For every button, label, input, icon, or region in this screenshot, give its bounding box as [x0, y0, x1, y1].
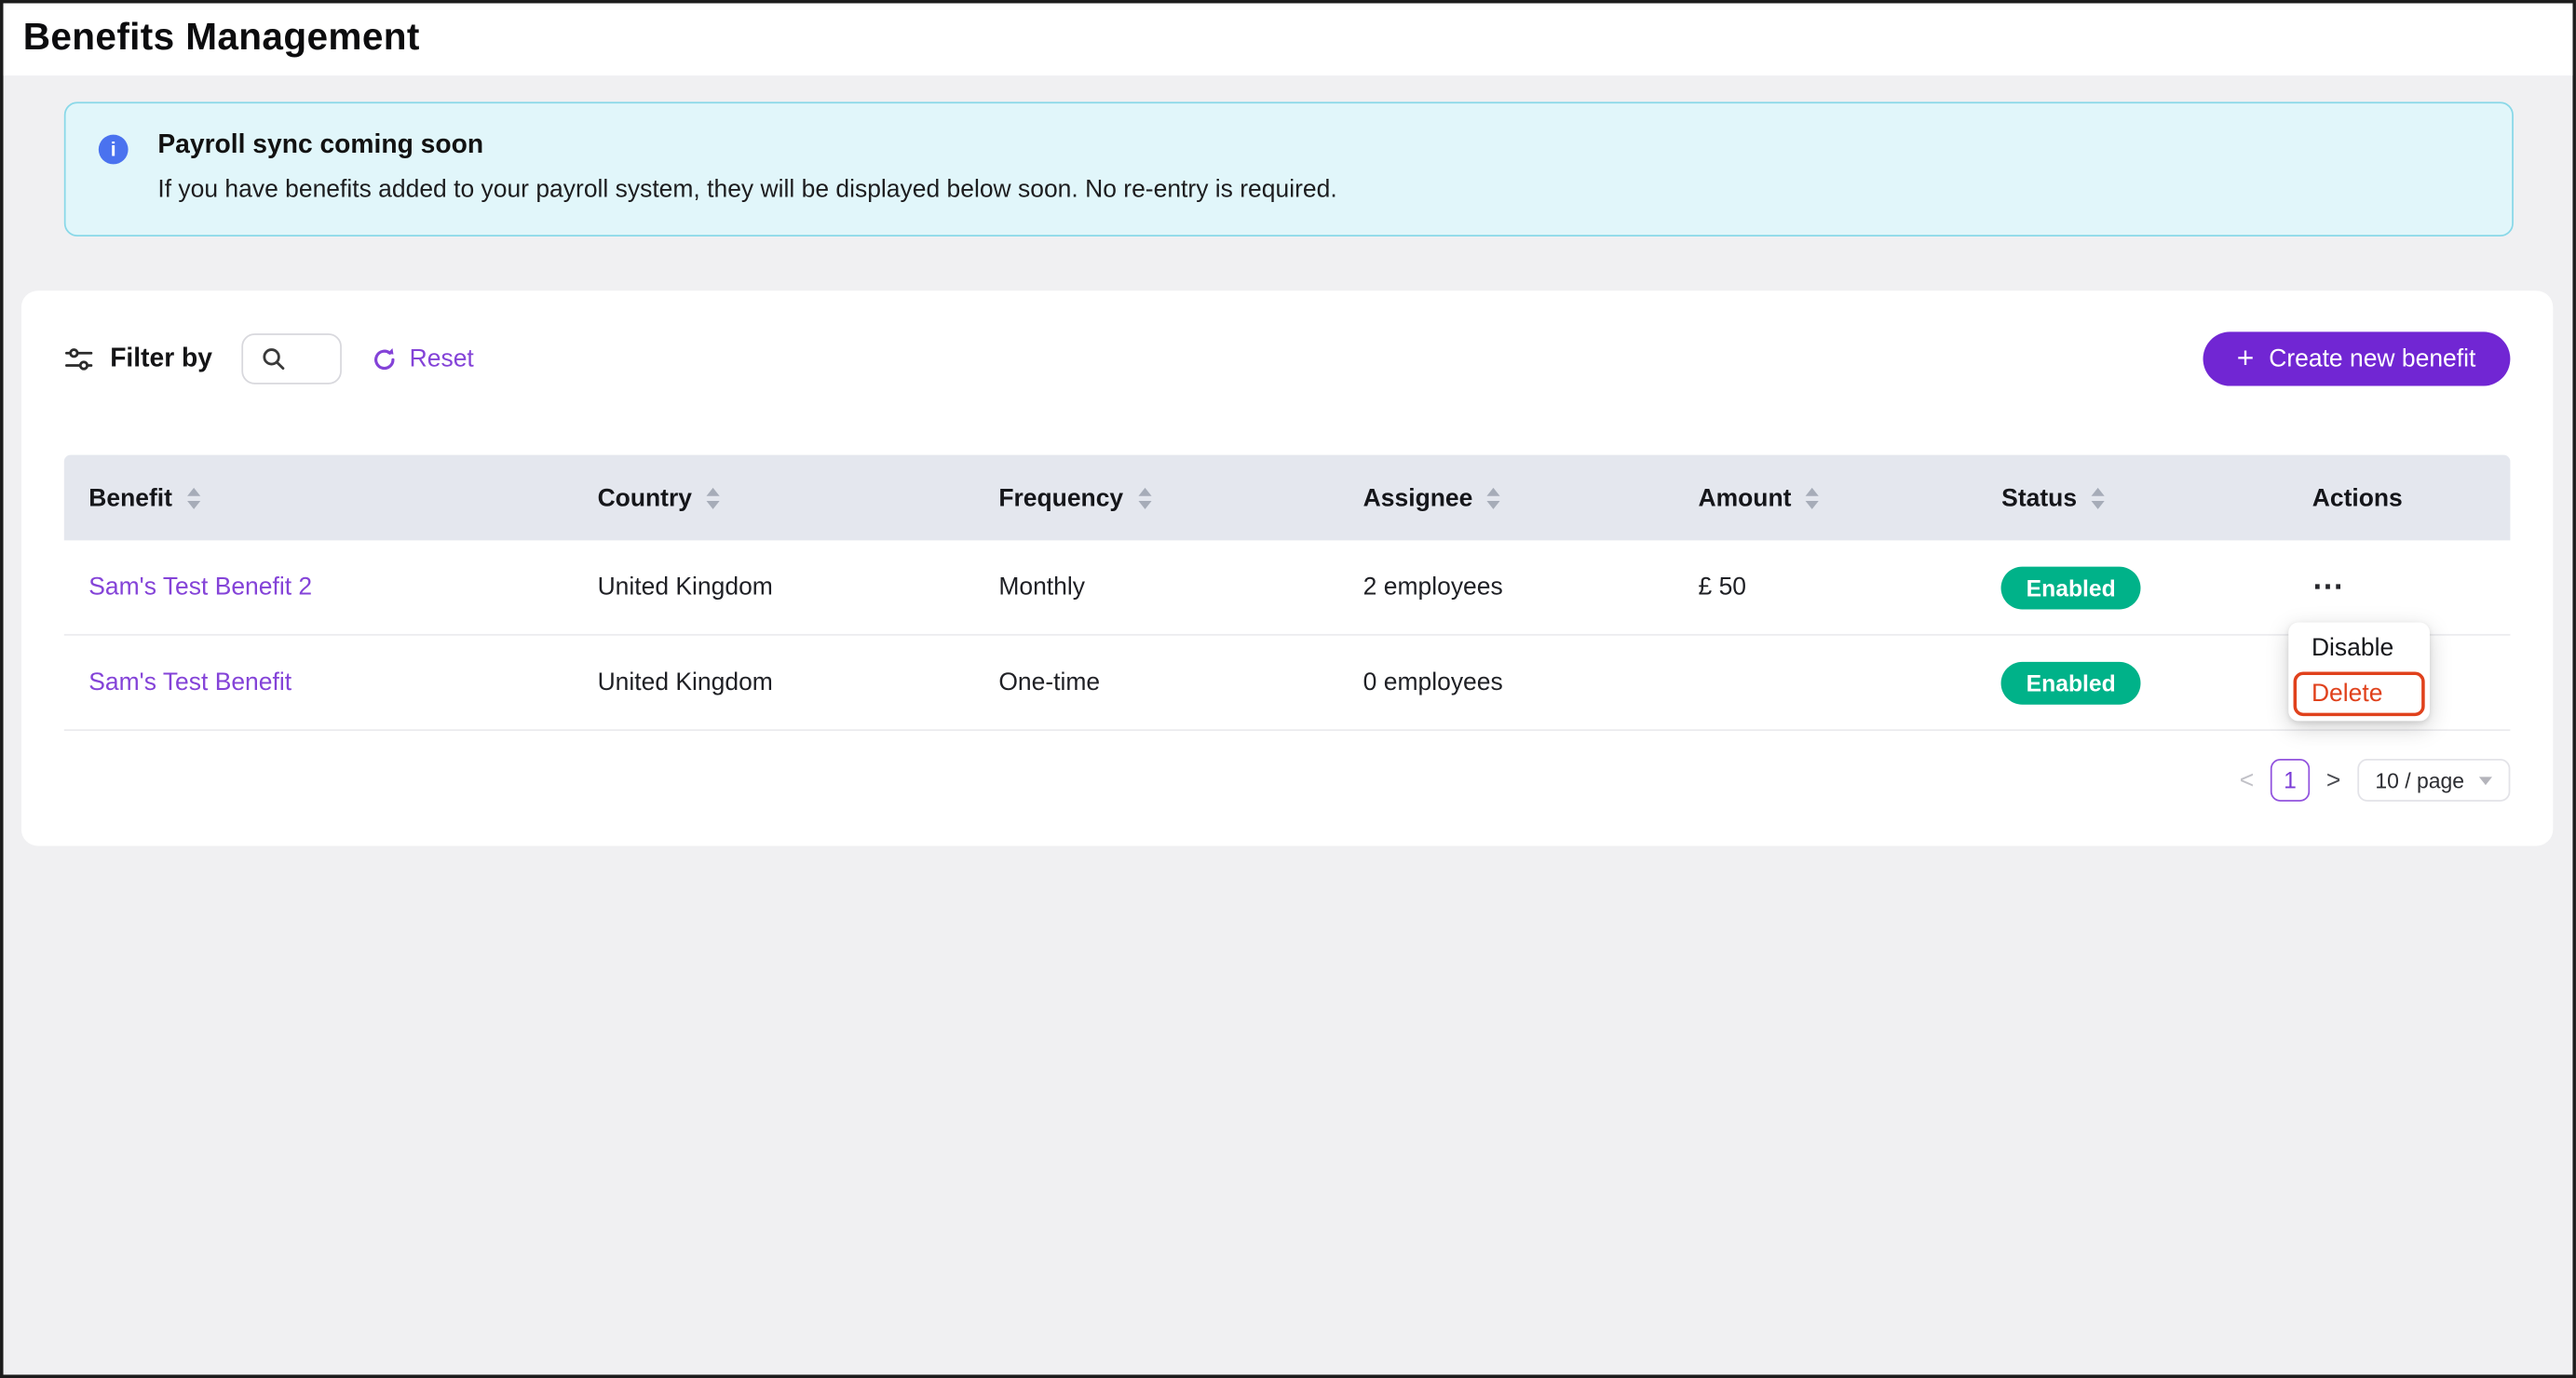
chevron-down-icon [2479, 776, 2492, 784]
sort-icon [187, 487, 200, 508]
sort-icon [2092, 487, 2105, 508]
cell-amount: £ 50 [1674, 574, 1977, 601]
column-label: Assignee [1363, 483, 1473, 511]
row-actions-menu: Disable Delete [2288, 623, 2430, 722]
page-number-button[interactable]: 1 [2271, 759, 2310, 802]
cell-benefit: Sam's Test Benefit 2 [64, 574, 573, 601]
status-badge: Enabled [2001, 661, 2140, 704]
benefits-card: Filter by Reset [21, 290, 2553, 845]
filter-icon [64, 344, 94, 374]
table-header-row: Benefit Country Frequency Assignee Amoun… [64, 455, 2511, 541]
sort-icon [1138, 487, 1151, 508]
status-badge: Enabled [2001, 566, 2140, 609]
table-row: Sam's Test Benefit United Kingdom One-ti… [64, 636, 2511, 731]
search-input[interactable] [242, 333, 343, 385]
menu-item-disable[interactable]: Disable [2294, 628, 2425, 669]
sort-icon [1806, 487, 1819, 508]
row-actions-trigger[interactable]: ⋯ [2312, 570, 2344, 604]
cell-status: Enabled [1977, 566, 2288, 609]
reset-button[interactable]: Reset [372, 344, 474, 372]
column-header-benefit[interactable]: Benefit [64, 483, 573, 511]
cell-status: Enabled [1977, 661, 2288, 704]
reset-icon [372, 345, 398, 372]
cell-benefit: Sam's Test Benefit [64, 669, 573, 696]
column-header-status[interactable]: Status [1977, 483, 2288, 511]
cell-frequency: One-time [974, 669, 1338, 696]
create-button-label: Create new benefit [2269, 344, 2475, 372]
cell-frequency: Monthly [974, 574, 1338, 601]
create-new-benefit-button[interactable]: + Create new benefit [2203, 331, 2511, 385]
filter-by-label: Filter by [110, 344, 212, 374]
page-header: Benefits Management [4, 4, 2573, 76]
sort-icon [707, 487, 720, 508]
reset-label: Reset [410, 344, 474, 372]
cell-assignee: 0 employees [1338, 669, 1674, 696]
page-title: Benefits Management [4, 4, 2573, 60]
column-header-amount[interactable]: Amount [1674, 483, 1977, 511]
table-row: Sam's Test Benefit 2 United Kingdom Mont… [64, 540, 2511, 635]
column-label: Frequency [998, 483, 1123, 511]
info-icon: i [99, 135, 129, 165]
column-header-frequency[interactable]: Frequency [974, 483, 1338, 511]
benefit-link[interactable]: Sam's Test Benefit 2 [88, 574, 312, 601]
pagination: < 1 > 10 / page [64, 759, 2511, 802]
plus-icon: + [2237, 343, 2255, 372]
banner-message: If you have benefits added to your payro… [157, 176, 1336, 204]
menu-item-delete[interactable]: Delete [2294, 671, 2425, 716]
benefits-table: Benefit Country Frequency Assignee Amoun… [64, 455, 2511, 731]
prev-page-button[interactable]: < [2240, 766, 2254, 794]
cell-country: United Kingdom [573, 669, 974, 696]
banner-title: Payroll sync coming soon [157, 131, 1336, 161]
column-label: Actions [2312, 483, 2403, 511]
benefits-management-page: Benefits Management i Payroll sync comin… [0, 0, 2576, 1378]
column-header-actions: Actions [2287, 483, 2510, 511]
payroll-sync-banner: i Payroll sync coming soon If you have b… [64, 101, 2514, 236]
banner-text: Payroll sync coming soon If you have ben… [157, 131, 1336, 207]
page-size-select[interactable]: 10 / page [2357, 759, 2510, 802]
next-page-button[interactable]: > [2326, 766, 2340, 794]
page-size-label: 10 / page [2375, 768, 2464, 792]
cell-country: United Kingdom [573, 574, 974, 601]
table-toolbar: Filter by Reset [64, 331, 2511, 385]
column-header-country[interactable]: Country [573, 483, 974, 511]
search-icon [262, 346, 286, 371]
column-header-assignee[interactable]: Assignee [1338, 483, 1674, 511]
cell-assignee: 2 employees [1338, 574, 1674, 601]
column-label: Status [2001, 483, 2077, 511]
column-label: Amount [1699, 483, 1792, 511]
cell-actions: ⋯ [2287, 572, 2510, 603]
sort-icon [1487, 487, 1500, 508]
benefit-link[interactable]: Sam's Test Benefit [88, 669, 291, 696]
column-label: Country [598, 483, 692, 511]
column-label: Benefit [88, 483, 172, 511]
